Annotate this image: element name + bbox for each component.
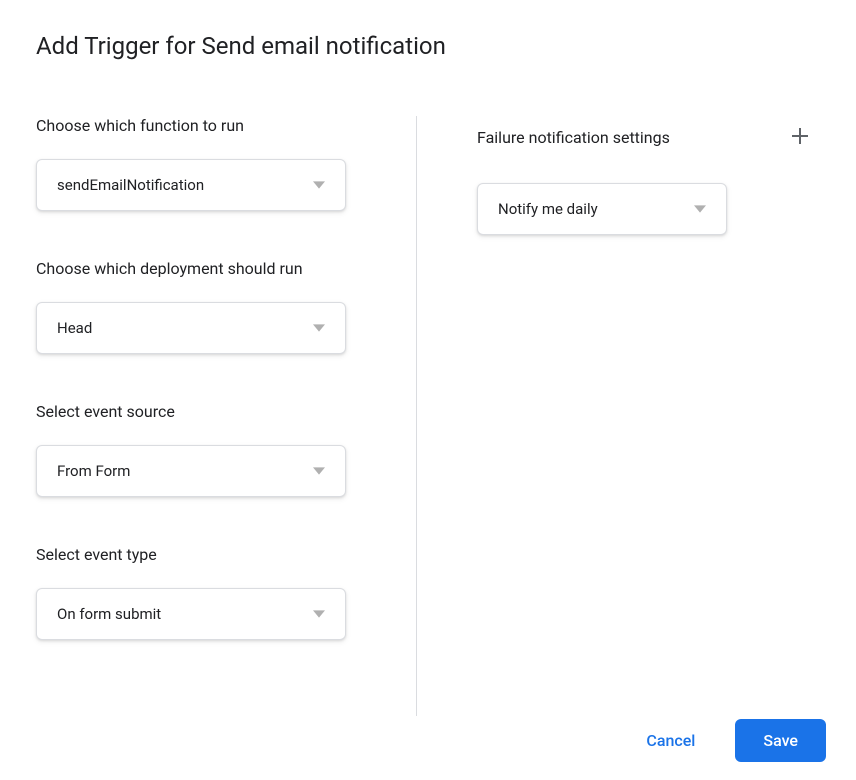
event-source-label: Select event source	[36, 402, 356, 421]
event-source-dropdown[interactable]: From Form	[36, 445, 346, 497]
caret-down-icon	[313, 176, 325, 195]
caret-down-icon	[313, 462, 325, 481]
deployment-dropdown[interactable]: Head	[36, 302, 346, 354]
save-button[interactable]: Save	[735, 719, 826, 762]
plus-icon	[788, 124, 812, 151]
cancel-button[interactable]: Cancel	[630, 721, 711, 760]
dialog-title: Add Trigger for Send email notification	[36, 32, 820, 60]
event-type-value: On form submit	[57, 605, 313, 623]
caret-down-icon	[313, 605, 325, 624]
function-dropdown[interactable]: sendEmailNotification	[36, 159, 346, 211]
function-label: Choose which function to run	[36, 116, 356, 135]
event-type-label: Select event type	[36, 545, 356, 564]
failure-notification-dropdown[interactable]: Notify me daily	[477, 183, 727, 235]
event-type-dropdown[interactable]: On form submit	[36, 588, 346, 640]
failure-notification-label: Failure notification settings	[477, 128, 670, 147]
deployment-label: Choose which deployment should run	[36, 259, 356, 278]
event-source-value: From Form	[57, 462, 313, 480]
function-value: sendEmailNotification	[57, 176, 313, 194]
add-notification-button[interactable]	[780, 116, 820, 159]
failure-notification-value: Notify me daily	[498, 200, 694, 218]
deployment-value: Head	[57, 319, 313, 337]
caret-down-icon	[313, 319, 325, 338]
caret-down-icon	[694, 200, 706, 219]
